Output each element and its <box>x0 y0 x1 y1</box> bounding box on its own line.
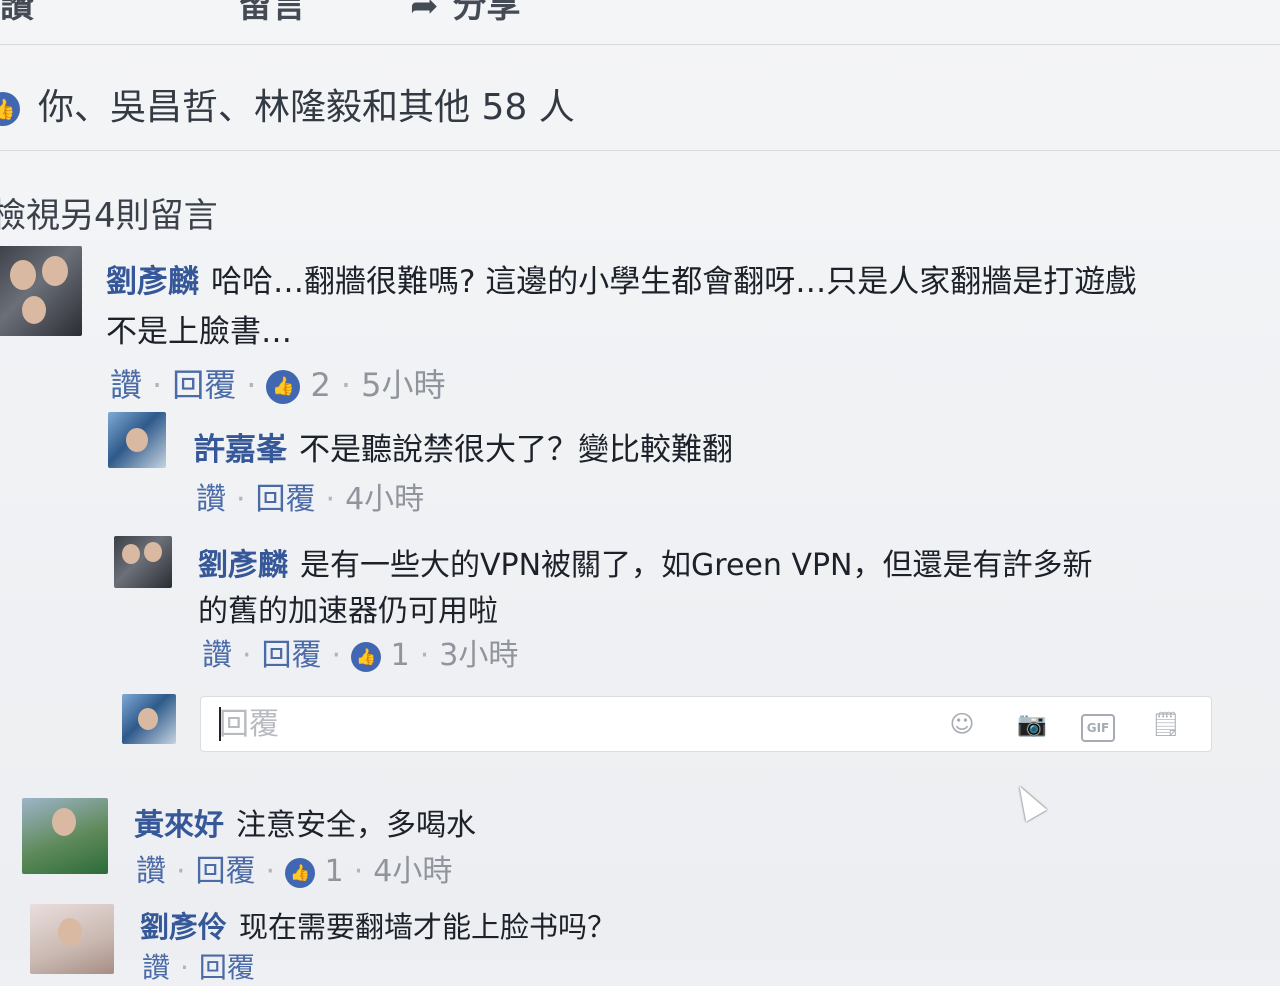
comment-text: 劉彥伶 现在需要翻墙才能上脸书吗？ <box>140 910 617 944</box>
divider <box>0 44 1280 45</box>
share-arrow-icon: ➦ <box>410 0 439 26</box>
comment-reply-link[interactable]: 回覆 <box>199 951 255 984</box>
avatar[interactable] <box>108 412 166 468</box>
comment-like-link[interactable]: 讚 <box>110 366 142 404</box>
comment-author-link[interactable]: 劉彥麟 <box>106 264 199 300</box>
reply-input[interactable] <box>217 705 921 743</box>
facebook-post-comments: 讚 留言 ➦ 分享 👍 你、吳昌哲、林隆毅和其他 58 人 檢視另4則留言 劉彥麟哈… <box>0 0 1280 984</box>
comment-meta: 讚 · 回覆 · 👍 1 · 4小時 <box>136 854 453 889</box>
comment-meta: 讚 · 回覆 <box>142 951 255 984</box>
sticker-icon[interactable]: 🗒 <box>1147 705 1185 743</box>
like-count[interactable]: 1 <box>391 638 410 673</box>
share-label: 分享 <box>452 0 521 26</box>
comment-meta: 讚 · 回覆 · 4小時 <box>196 482 425 517</box>
comment-text-continued: 不是上臉書… <box>106 314 292 350</box>
comment-like-link[interactable]: 讚 <box>202 638 232 673</box>
like-count[interactable]: 1 <box>325 854 344 889</box>
reply-composer: ☺ 📷 GIF 🗒 <box>200 696 1212 752</box>
like-thumb-icon: 👍 <box>351 641 382 672</box>
comment-text: 劉彥麟 哈哈…翻牆很難嗎? 這邊的小學生都會翻呀…只是人家翻牆是打遊戲 <box>106 264 1137 300</box>
avatar[interactable] <box>30 904 114 974</box>
view-more-comments-link[interactable]: 檢視另4則留言 <box>0 188 218 237</box>
comment-reply-link[interactable]: 回覆 <box>262 638 322 673</box>
comment-time[interactable]: 4小時 <box>345 482 424 517</box>
comment-reply-link[interactable]: 回覆 <box>172 366 236 404</box>
like-thumb-icon: 👍 <box>266 370 301 404</box>
like-action-button[interactable]: 讚 <box>0 0 34 27</box>
like-thumb-icon: 👍 <box>0 92 20 126</box>
comment-time[interactable]: 4小時 <box>373 854 452 889</box>
emoji-icon[interactable]: ☺ <box>943 705 981 743</box>
comment-meta: 讚 · 回覆 · 👍 2 · 5小時 <box>110 366 446 404</box>
like-count[interactable]: 2 <box>311 366 331 404</box>
post-action-bar: 讚 留言 ➦ 分享 <box>0 0 1280 26</box>
share-action-button[interactable]: ➦ 分享 <box>410 0 521 27</box>
comment-action-button[interactable]: 留言 <box>238 0 306 27</box>
comment-reply-link[interactable]: 回覆 <box>196 854 256 889</box>
comment-like-link[interactable]: 讚 <box>196 482 226 517</box>
comment-text: 許嘉峯 不是聽說禁很大了？變比較難翻 <box>194 432 733 468</box>
comment-reply-link[interactable]: 回覆 <box>256 482 316 517</box>
camera-icon[interactable]: 📷 <box>1013 705 1051 743</box>
avatar[interactable] <box>22 798 108 874</box>
comment-text: 劉彥麟 是有一些大的VPN被關了，如Green VPN，但還是有許多新 <box>198 548 1093 583</box>
comment-text-continued: 的舊的加速器仍可用啦 <box>198 594 498 629</box>
comment-text: 黃來好 注意安全，多喝水 <box>134 808 476 843</box>
likes-summary-text: 你、吳昌哲、林隆毅和其他 58 人 <box>38 87 575 128</box>
comment-author-link[interactable]: 許嘉峯 <box>194 432 287 468</box>
comment-like-link[interactable]: 讚 <box>136 854 166 889</box>
comment-author-link[interactable]: 劉彥伶 <box>140 910 227 944</box>
comment-author-link[interactable]: 劉彥麟 <box>198 548 288 583</box>
comment-time[interactable]: 3小時 <box>439 638 518 673</box>
mouse-cursor-icon <box>1009 780 1047 822</box>
gif-icon[interactable]: GIF <box>1079 705 1117 743</box>
divider <box>0 150 1280 151</box>
avatar[interactable] <box>114 536 172 588</box>
comment-like-link[interactable]: 讚 <box>142 951 170 984</box>
comment-author-link[interactable]: 黃來好 <box>134 808 224 843</box>
like-thumb-icon: 👍 <box>285 857 316 888</box>
comment-meta: 讚 · 回覆 · 👍 1 · 3小時 <box>202 638 519 673</box>
likes-summary[interactable]: 👍 你、吳昌哲、林隆毅和其他 58 人 <box>0 78 575 130</box>
avatar[interactable] <box>0 246 82 336</box>
comment-time[interactable]: 5小時 <box>361 366 445 404</box>
current-user-avatar <box>122 694 176 744</box>
